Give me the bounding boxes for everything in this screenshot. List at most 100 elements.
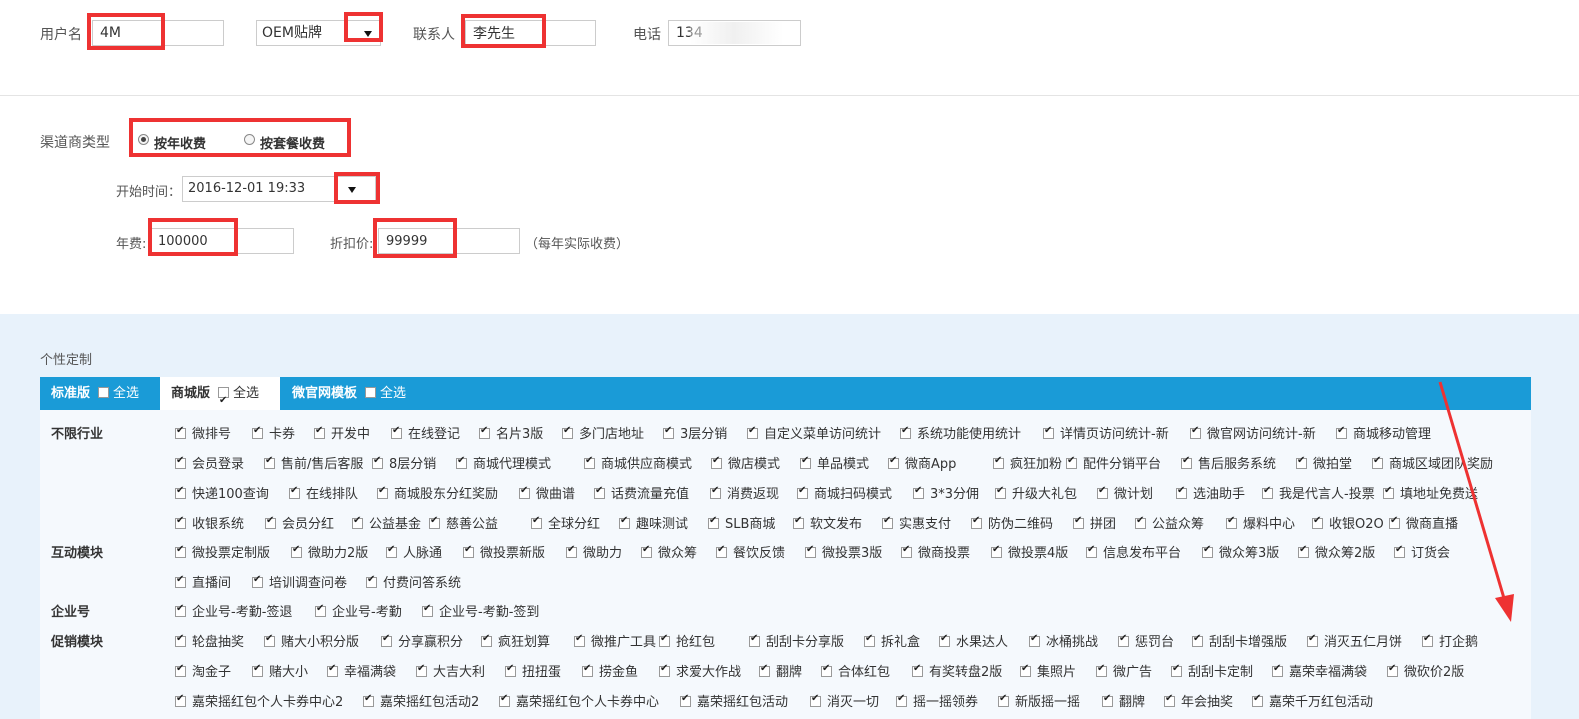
checkbox-checked[interactable] — [1043, 425, 1054, 439]
checkbox-checked[interactable] — [864, 633, 875, 647]
checkbox-checked[interactable] — [175, 603, 186, 617]
checkbox-checked[interactable] — [971, 515, 982, 529]
module-checkbox-item[interactable]: 抢红包 — [659, 631, 715, 650]
module-checkbox-item[interactable]: 爆料中心 — [1226, 513, 1295, 532]
checkbox-checked[interactable] — [619, 515, 630, 529]
checkbox-checked[interactable] — [821, 663, 832, 677]
checkbox-checked[interactable] — [584, 455, 595, 469]
checkbox-checked[interactable] — [366, 574, 377, 588]
module-checkbox-item[interactable]: 话费流量充值 — [594, 483, 689, 502]
module-checkbox-item[interactable]: 卡券 — [252, 423, 295, 442]
checkbox-checked[interactable] — [315, 603, 326, 617]
checkbox-checked[interactable] — [659, 633, 670, 647]
module-checkbox-item[interactable]: 消灭五仁月饼 — [1307, 631, 1402, 650]
checkbox-checked[interactable] — [265, 515, 276, 529]
module-checkbox-item[interactable]: 微曲谱 — [519, 483, 575, 502]
module-checkbox-item[interactable]: 淘金子 — [175, 661, 231, 680]
checkbox-checked[interactable] — [901, 544, 912, 558]
annual-fee-input[interactable] — [150, 228, 294, 254]
module-checkbox-item[interactable]: 大吉大利 — [416, 661, 485, 680]
checkbox-checked[interactable] — [1307, 633, 1318, 647]
module-checkbox-item[interactable]: 赌大小积分版 — [264, 631, 359, 650]
module-checkbox-item[interactable]: 选油助手 — [1176, 483, 1245, 502]
module-checkbox-item[interactable]: 会员登录 — [175, 453, 244, 472]
checkbox-checked[interactable] — [574, 633, 585, 647]
module-checkbox-item[interactable]: 微排号 — [175, 423, 231, 442]
module-checkbox-item[interactable]: 直播间 — [175, 572, 231, 591]
checkbox-checked[interactable] — [291, 544, 302, 558]
checkbox-checked[interactable] — [882, 515, 893, 529]
module-checkbox-item[interactable]: 填地址免费送 — [1383, 483, 1478, 502]
checkbox-checked[interactable] — [264, 455, 275, 469]
module-checkbox-item[interactable]: 全球分红 — [531, 513, 600, 532]
checkbox-checked[interactable] — [1171, 663, 1182, 677]
module-checkbox-item[interactable]: 惩罚台 — [1118, 631, 1174, 650]
module-checkbox-item[interactable]: 商城扫码模式 — [797, 483, 892, 502]
start-time-select[interactable]: 2016-12-01 19:33 — [182, 176, 376, 202]
module-checkbox-item[interactable]: 微助力 — [566, 542, 622, 561]
checkbox-checked[interactable] — [1102, 693, 1113, 707]
checkbox-checked[interactable] — [264, 633, 275, 647]
module-checkbox-item[interactable]: 微众筹2版 — [1298, 542, 1375, 561]
module-checkbox-item[interactable]: 微官网访问统计-新 — [1190, 423, 1316, 442]
checkbox-checked[interactable] — [352, 515, 363, 529]
module-checkbox-item[interactable]: 有奖转盘2版 — [912, 661, 1002, 680]
module-checkbox-item[interactable]: 微投票定制版 — [175, 542, 270, 561]
contact-input[interactable] — [465, 20, 596, 46]
tab-website-template[interactable]: 微官网模板 全选 — [280, 377, 430, 410]
module-checkbox-item[interactable]: 商城供应商模式 — [584, 453, 692, 472]
checkbox-checked[interactable] — [377, 485, 388, 499]
module-checkbox-item[interactable]: 自定义菜单访问统计 — [747, 423, 881, 442]
module-checkbox-item[interactable]: 在线登记 — [391, 423, 460, 442]
checkbox-checked[interactable] — [566, 544, 577, 558]
checkbox-checked[interactable] — [1066, 455, 1077, 469]
discount-input[interactable] — [378, 228, 520, 254]
checkbox-checked[interactable] — [1086, 544, 1097, 558]
checkbox-checked[interactable] — [391, 425, 402, 439]
module-checkbox-item[interactable]: 扭扭蛋 — [505, 661, 561, 680]
module-checkbox-item[interactable]: 系统功能使用统计 — [900, 423, 1021, 442]
module-checkbox-item[interactable]: 收银系统 — [175, 513, 244, 532]
checkbox-checked[interactable] — [175, 693, 186, 707]
module-checkbox-item[interactable]: 信息发布平台 — [1086, 542, 1181, 561]
checkbox-checked[interactable] — [993, 455, 1004, 469]
checkbox-checked[interactable] — [429, 515, 440, 529]
checkbox-checked[interactable] — [1135, 515, 1146, 529]
checkbox-checked[interactable] — [499, 693, 510, 707]
module-checkbox-item[interactable]: 嘉荣摇红包活动2 — [363, 691, 479, 710]
module-checkbox-item[interactable]: 微店模式 — [711, 453, 780, 472]
checkbox-checked[interactable] — [252, 663, 263, 677]
checkbox-checked[interactable] — [1192, 633, 1203, 647]
module-checkbox-item[interactable]: 刮刮卡定制 — [1171, 661, 1253, 680]
module-checkbox-item[interactable]: 新版摇一摇 — [998, 691, 1080, 710]
checkbox-checked[interactable] — [175, 425, 186, 439]
module-checkbox-item[interactable]: 商城代理模式 — [456, 453, 551, 472]
tab-mall-checkbox[interactable] — [218, 384, 230, 417]
module-checkbox-item[interactable]: 餐饮反馈 — [716, 542, 785, 561]
checkbox-checked[interactable] — [175, 633, 186, 647]
module-checkbox-item[interactable]: 趣味测试 — [619, 513, 688, 532]
module-checkbox-item[interactable]: 消费返现 — [710, 483, 779, 502]
checkbox-checked[interactable] — [747, 425, 758, 439]
checkbox-checked[interactable] — [363, 693, 374, 707]
checkbox-checked[interactable] — [479, 425, 490, 439]
username-input[interactable] — [92, 20, 224, 46]
module-checkbox-item[interactable]: 刮刮卡分享版 — [749, 631, 844, 650]
module-checkbox-item[interactable]: 打企鹅 — [1422, 631, 1478, 650]
checkbox-checked[interactable] — [1336, 425, 1347, 439]
checkbox-checked[interactable] — [759, 663, 770, 677]
checkbox-checked[interactable] — [175, 663, 186, 677]
module-checkbox-item[interactable]: 公益众筹 — [1135, 513, 1204, 532]
checkbox-checked[interactable] — [416, 663, 427, 677]
checkbox-checked[interactable] — [372, 455, 383, 469]
module-checkbox-item[interactable]: 求爱大作战 — [659, 661, 741, 680]
module-checkbox-item[interactable]: 企业号-考勤-签到 — [422, 601, 539, 620]
module-checkbox-item[interactable]: 集照片 — [1020, 661, 1076, 680]
module-checkbox-item[interactable]: 商城移动管理 — [1336, 423, 1431, 442]
chevron-down-icon[interactable] — [348, 187, 356, 193]
checkbox-checked[interactable] — [1020, 663, 1031, 677]
module-checkbox-item[interactable]: 微众筹 — [641, 542, 697, 561]
checkbox-checked[interactable] — [175, 544, 186, 558]
checkbox-checked[interactable] — [939, 633, 950, 647]
module-checkbox-item[interactable]: 名片3版 — [479, 423, 543, 442]
